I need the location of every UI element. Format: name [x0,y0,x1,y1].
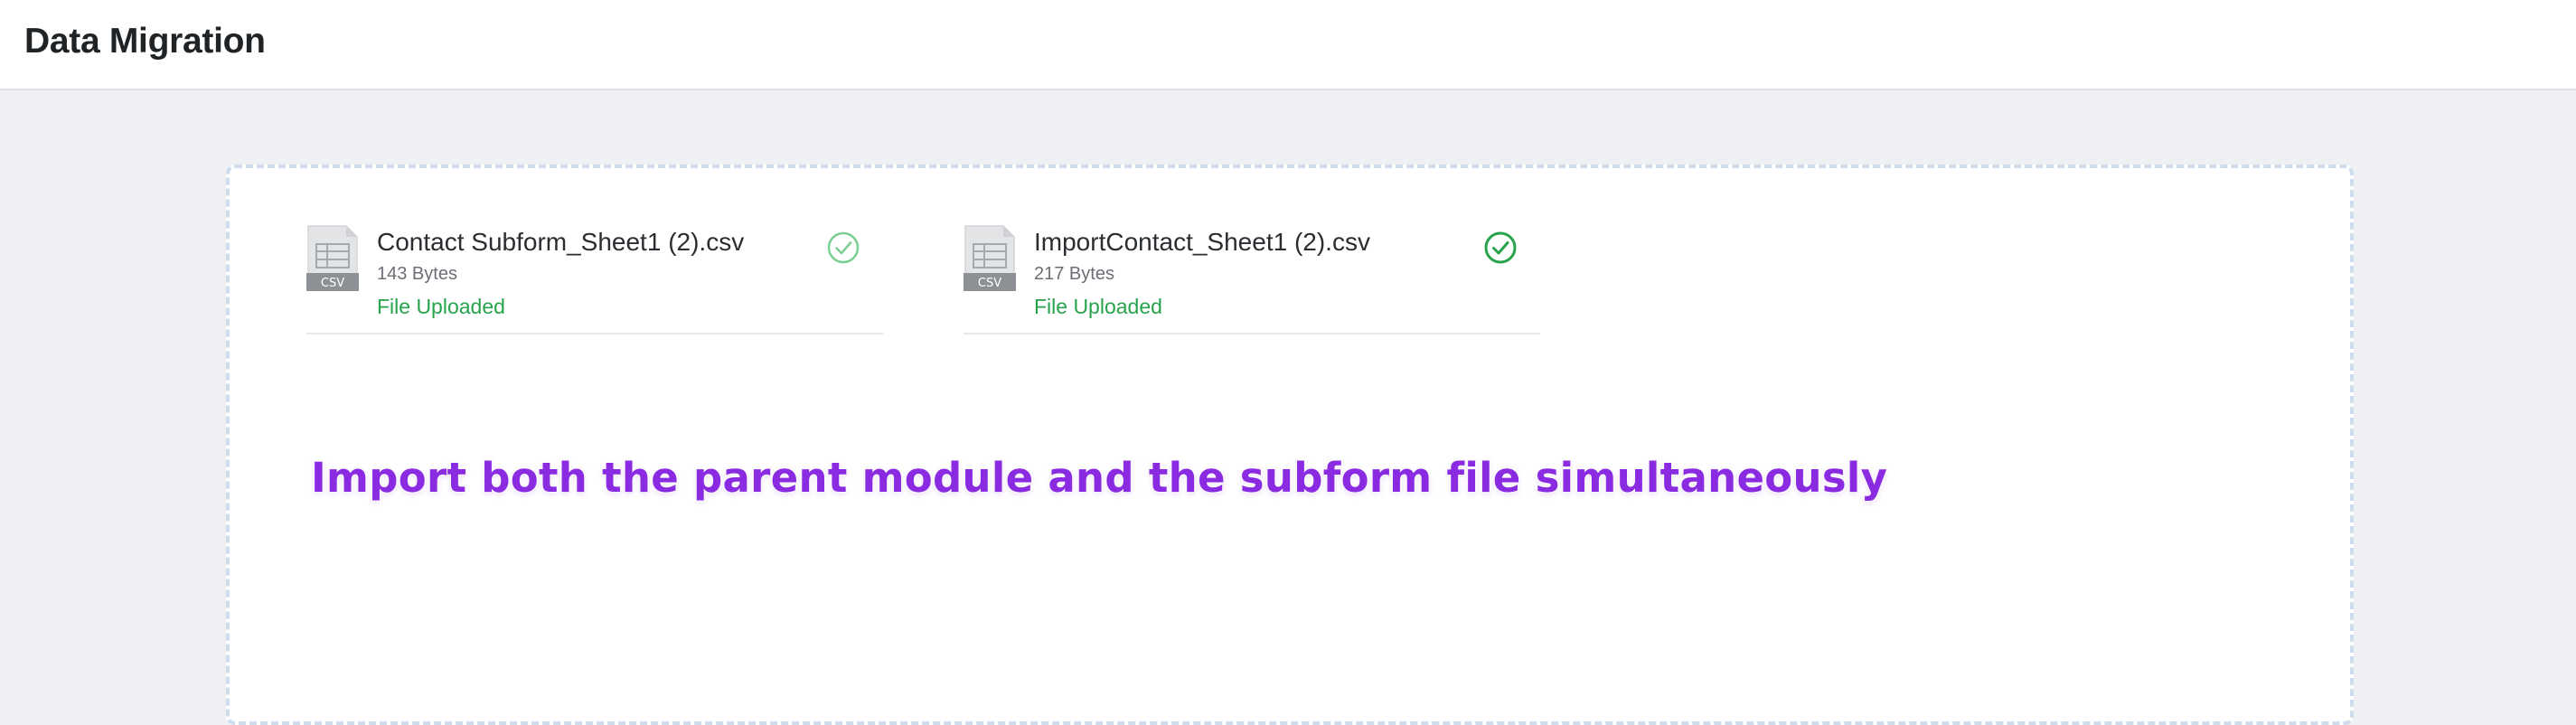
csv-file-icon: CSV [964,225,1016,291]
csv-label: CSV [978,277,1001,290]
csv-file-icon: CSV [306,225,359,291]
file-status: File Uploaded [1034,295,1162,318]
file-name: ImportContact_Sheet1 (2).csv [1034,228,1370,256]
file-item: CSV ImportContact_Sheet1 (2).csv 217 Byt… [964,224,1540,334]
file-dropzone[interactable]: CSV Contact Subform_Sheet1 (2).csv 143 B… [226,165,2354,725]
check-circle-icon [1484,231,1517,264]
page-title: Data Migration [24,22,266,61]
annotation-caption: Import both the parent module and the su… [311,454,1888,502]
file-item: CSV Contact Subform_Sheet1 (2).csv 143 B… [306,224,883,334]
csv-label: CSV [321,277,344,290]
check-circle-icon [827,231,860,264]
file-size: 143 Bytes [377,264,457,284]
file-size: 217 Bytes [1034,264,1114,284]
file-name: Contact Subform_Sheet1 (2).csv [377,228,745,256]
header: Data Migration [0,0,2576,90]
file-status: File Uploaded [377,295,505,318]
